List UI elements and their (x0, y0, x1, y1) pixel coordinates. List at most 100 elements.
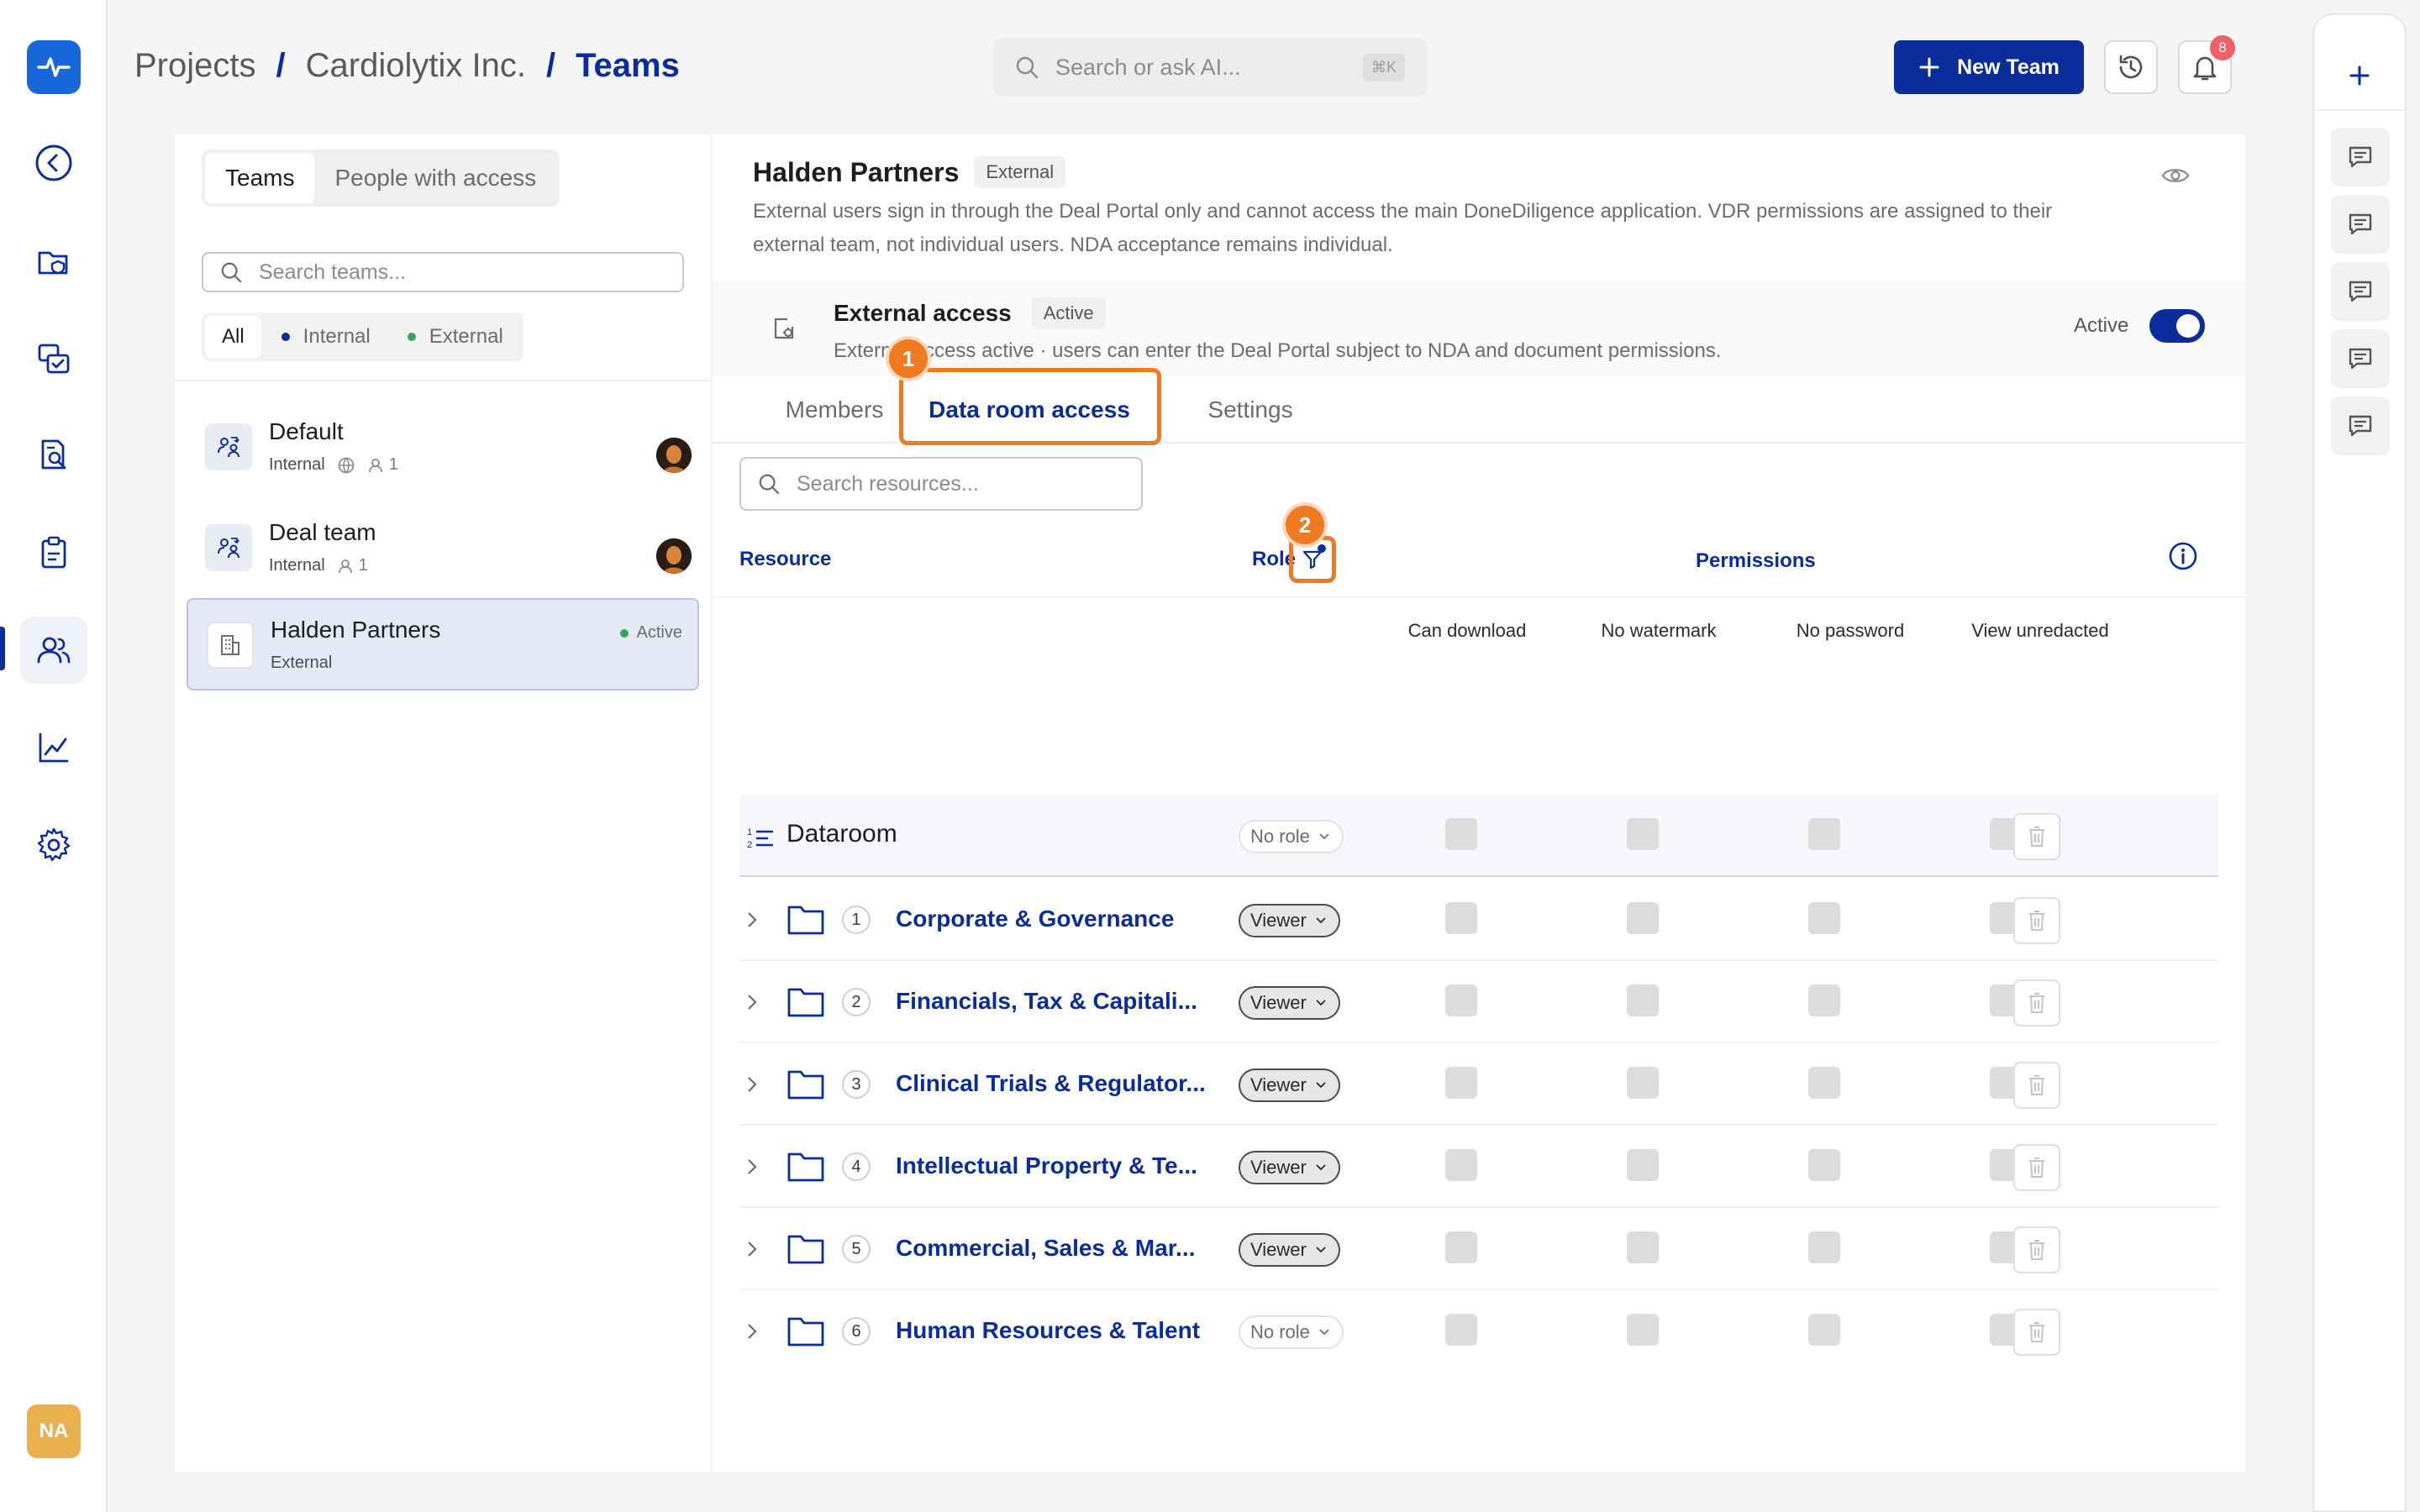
history-button[interactable] (2104, 40, 2158, 94)
filter-internal[interactable]: Internal (265, 316, 387, 358)
chevron-right-icon[interactable] (746, 1075, 758, 1094)
folder-row[interactable]: 2 Financials, Tax & Capitali... Viewer (739, 961, 2218, 1043)
folder-row[interactable]: 4 Intellectual Property & Te... Viewer (739, 1126, 2218, 1208)
checkbox-no-watermark[interactable] (1627, 818, 1659, 850)
folder-name[interactable]: Human Resources & Talent (896, 1317, 1200, 1344)
checkbox-no-watermark[interactable] (1627, 1314, 1659, 1346)
chevron-right-icon[interactable] (746, 1240, 758, 1258)
folder-row[interactable]: 6 Human Resources & Talent No role (739, 1290, 2218, 1373)
team-list-item[interactable]: Default Internal 1 (187, 402, 699, 494)
nav-settings[interactable] (20, 811, 87, 879)
role-select[interactable]: Viewer (1239, 1151, 1340, 1184)
checkbox-can-download[interactable] (1445, 1314, 1477, 1346)
filter-external[interactable]: External (391, 316, 520, 358)
checkbox-can-download[interactable] (1445, 818, 1477, 850)
folder-row[interactable]: 3 Clinical Trials & Regulator... Viewer (739, 1043, 2218, 1126)
folder-row[interactable]: 5 Commercial, Sales & Mar... Viewer (739, 1208, 2218, 1290)
role-select[interactable]: Viewer (1239, 904, 1340, 937)
remove-access-button[interactable] (2013, 1226, 2060, 1273)
remove-access-button[interactable] (2013, 1144, 2060, 1191)
new-team-button[interactable]: New Team (1894, 40, 2084, 94)
tab-people-with-access[interactable]: People with access (314, 153, 556, 203)
tab-settings[interactable]: Settings (1175, 376, 1326, 444)
teams-search-input[interactable]: Search teams... (202, 252, 684, 292)
checkbox-can-download[interactable] (1445, 984, 1477, 1016)
filter-all-label: All (222, 325, 245, 348)
checkbox-no-password[interactable] (1808, 1231, 1840, 1263)
app-logo[interactable] (27, 40, 81, 94)
checkbox-no-password[interactable] (1808, 818, 1840, 850)
tab-teams[interactable]: Teams (205, 153, 315, 203)
folder-name[interactable]: Corporate & Governance (896, 906, 1174, 932)
comment-thread-button[interactable] (2331, 195, 2390, 254)
folder-name[interactable]: Intellectual Property & Te... (896, 1152, 1197, 1179)
checkbox-no-watermark[interactable] (1627, 1231, 1659, 1263)
remove-access-button[interactable] (2013, 813, 2060, 860)
checkbox-no-password[interactable] (1808, 902, 1840, 934)
external-access-toggle[interactable] (2149, 309, 2205, 343)
breadcrumb-project[interactable]: Cardiolytix Inc. (306, 47, 526, 85)
comment-thread-button[interactable] (2331, 128, 2390, 186)
history-icon (2119, 55, 2143, 79)
team-list-item-selected[interactable]: Halden Partners External Active (187, 598, 699, 690)
nav-analytics[interactable] (20, 714, 87, 781)
chevron-right-icon[interactable] (746, 993, 758, 1011)
folder-name[interactable]: Financials, Tax & Capitali... (896, 988, 1197, 1015)
global-search-input[interactable]: Search or ask AI... ⌘K (993, 39, 1427, 96)
checkbox-no-password[interactable] (1808, 984, 1840, 1016)
chevron-right-icon[interactable] (746, 911, 758, 929)
comment-thread-button[interactable] (2331, 396, 2390, 455)
team-list-item[interactable]: Deal team Internal 1 (187, 502, 699, 595)
checkbox-no-watermark[interactable] (1627, 902, 1659, 934)
folder-name[interactable]: Clinical Trials & Regulator... (896, 1070, 1206, 1097)
folder-name[interactable]: Commercial, Sales & Mar... (896, 1235, 1195, 1262)
nav-teams[interactable] (20, 617, 87, 684)
resource-search-input[interactable]: Search resources... (739, 457, 1143, 511)
nav-document-review[interactable] (20, 422, 87, 489)
comment-thread-button[interactable] (2331, 329, 2390, 388)
role-select[interactable]: No role (1239, 820, 1344, 853)
perm-header-view-unredacted: View unredacted (1971, 620, 2109, 641)
comment-thread-button[interactable] (2331, 262, 2390, 321)
teams-search-placeholder: Search teams... (259, 260, 407, 284)
user-avatar[interactable]: NA (27, 1404, 81, 1458)
dataroom-row[interactable]: 1 2 Dataroom No role (739, 795, 2218, 877)
checkbox-no-password[interactable] (1808, 1149, 1840, 1181)
role-select[interactable]: No role (1239, 1315, 1344, 1349)
member-count-value: 1 (388, 455, 398, 474)
role-value: No role (1250, 1321, 1310, 1342)
remove-access-button[interactable] (2013, 897, 2060, 944)
checkbox-no-watermark[interactable] (1627, 984, 1659, 1016)
nav-data-room[interactable] (20, 228, 87, 296)
role-select[interactable]: Viewer (1239, 1233, 1340, 1267)
role-select[interactable]: Viewer (1239, 986, 1340, 1020)
remove-access-button[interactable] (2013, 1309, 2060, 1356)
checkbox-can-download[interactable] (1445, 902, 1477, 934)
checkbox-can-download[interactable] (1445, 1067, 1477, 1099)
nav-checklist[interactable] (20, 519, 87, 586)
visibility-button[interactable] (2161, 165, 2190, 186)
nav-qa[interactable] (20, 326, 87, 393)
role-select[interactable]: Viewer (1239, 1068, 1340, 1102)
trash-icon (2029, 1158, 2044, 1178)
team-type-badge: External (974, 156, 1066, 188)
chevron-down-icon (1316, 1247, 1326, 1253)
chevron-right-icon[interactable] (746, 1158, 758, 1176)
checkbox-no-password[interactable] (1808, 1314, 1840, 1346)
team-title: Halden Partners External (753, 156, 1066, 188)
checkbox-no-password[interactable] (1808, 1067, 1840, 1099)
add-comment-icon[interactable] (2343, 59, 2376, 92)
checkbox-no-watermark[interactable] (1627, 1149, 1659, 1181)
chevron-right-icon[interactable] (746, 1322, 758, 1341)
checkbox-can-download[interactable] (1445, 1231, 1477, 1263)
tab-members[interactable]: Members (780, 376, 889, 444)
checkbox-no-watermark[interactable] (1627, 1067, 1659, 1099)
back-button[interactable] (20, 129, 87, 197)
checkbox-can-download[interactable] (1445, 1149, 1477, 1181)
permissions-info-button[interactable] (2168, 541, 2198, 571)
breadcrumb-projects[interactable]: Projects (134, 47, 256, 85)
remove-access-button[interactable] (2013, 979, 2060, 1026)
filter-all[interactable]: All (205, 316, 261, 358)
remove-access-button[interactable] (2013, 1062, 2060, 1109)
folder-row[interactable]: 1 Corporate & Governance Viewer (739, 879, 2218, 961)
